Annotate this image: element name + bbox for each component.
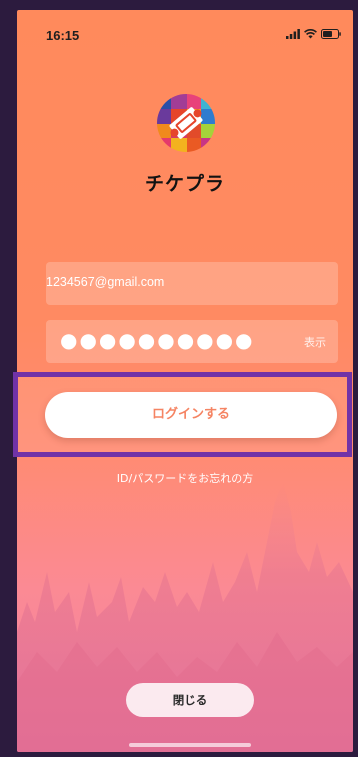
email-field-value: 1234567@gmail.com — [46, 275, 165, 289]
forgot-password-link[interactable]: ID/パスワードをお忘れの方 — [17, 470, 353, 486]
password-field-value: ●●●●●●●●●● — [60, 328, 255, 352]
show-password-button[interactable]: 表示 — [304, 334, 326, 350]
status-time: 16:15 — [46, 28, 80, 43]
email-field[interactable]: 1234567@gmail.com — [46, 262, 338, 305]
status-icons — [286, 29, 341, 39]
battery-icon — [321, 29, 341, 39]
ticket-logo-icon — [157, 94, 215, 152]
status-bar: 16:15 — [17, 10, 353, 44]
cellular-signal-icon — [286, 29, 300, 39]
app-name: チケプラ — [144, 173, 225, 195]
wifi-icon — [304, 29, 317, 39]
home-indicator — [129, 743, 251, 747]
login-button-highlight-box — [13, 372, 352, 457]
password-field[interactable]: ●●●●●●●●●● 表示 — [46, 320, 338, 363]
close-button[interactable]: 閉じる — [126, 683, 254, 717]
